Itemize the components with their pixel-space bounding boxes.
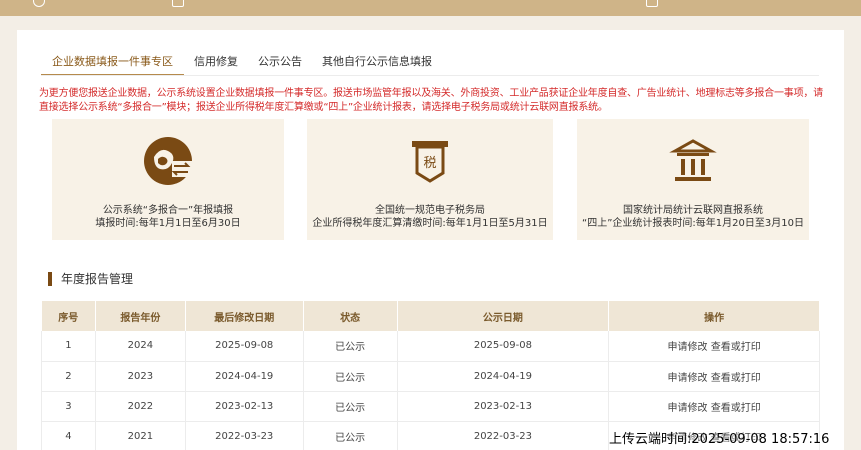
cell-year: 2021 [95, 421, 186, 450]
cell-actions: 申请修改 查看或打印 [608, 331, 820, 362]
cell-no: 4 [41, 421, 96, 450]
cell-modified: 2024-04-19 [185, 361, 304, 392]
view-print-link[interactable]: 查看或打印 [711, 342, 761, 353]
topbar-item-2[interactable] [172, 0, 184, 8]
col-header-no: 序号 [41, 301, 96, 331]
modify-link[interactable]: 申请修改 [668, 342, 708, 353]
top-bar [0, 0, 861, 16]
cell-year: 2024 [95, 331, 186, 362]
service-title: 公示系统“多报合一”年报填报 [102, 205, 234, 216]
cell-year: 2022 [95, 391, 186, 422]
upload-time-watermark: 上传云端时间:2025-09-08 18:57:16 [609, 432, 830, 447]
topbar-item-3[interactable] [646, 0, 658, 8]
cell-modified: 2023-02-13 [185, 391, 304, 422]
section-title: 年度报告管理 [61, 272, 134, 286]
cell-published: 2024-04-19 [397, 361, 610, 392]
multi-report-icon [138, 131, 198, 191]
modify-link[interactable]: 申请修改 [668, 373, 708, 384]
statistics-bureau-icon [663, 131, 723, 191]
cell-no: 1 [41, 331, 96, 362]
service-card-statistics[interactable]: 国家统计局统计云联网直报系统 “四上”企业统计报表时间:每年1月20日至3月10… [577, 119, 809, 240]
col-header-status: 状态 [303, 301, 398, 331]
tab-divider [41, 75, 819, 76]
service-title: 国家统计局统计云联网直报系统 [623, 205, 763, 216]
cell-modified: 2022-03-23 [185, 421, 304, 450]
col-header-modified: 最后修改日期 [185, 301, 304, 331]
cell-no: 3 [41, 391, 96, 422]
main-card: 企业数据填报一件事专区 信用修复 公示公告 其他自行公示信息填报 为更方便您报送… [17, 30, 844, 450]
table-row: 2 2023 2024-04-19 已公示 2024-04-19 申请修改 查看… [41, 361, 820, 392]
col-header-year: 报告年份 [95, 301, 186, 331]
tab-data-report[interactable]: 企业数据填报一件事专区 [41, 46, 184, 76]
section-marker [48, 271, 52, 286]
section-header: 年度报告管理 [48, 270, 133, 287]
cell-actions: 申请修改 查看或打印 [608, 361, 820, 392]
tab-credit-repair[interactable]: 信用修复 [184, 46, 248, 76]
document-icon [172, 0, 184, 7]
notice-text: 为更方便您报送企业数据，公示系统设置企业数据填报一件事专区。报送市场监管年报以及… [39, 88, 823, 113]
cell-status: 已公示 [303, 391, 398, 422]
cell-year: 2023 [95, 361, 186, 392]
topbar-item-1[interactable] [33, 0, 45, 8]
col-header-action: 操作 [608, 301, 820, 331]
tax-icon: 税 [400, 131, 460, 191]
service-card-tax[interactable]: 税 全国统一规范电子税务局 企业所得税年度汇算清缴时间:每年1月1日至5月31日 [307, 119, 553, 240]
table-row: 1 2024 2025-09-08 已公示 2025-09-08 申请修改 查看… [41, 331, 820, 362]
service-period: 填报时间:每年1月1日至6月30日 [95, 218, 241, 229]
clock-icon [33, 0, 45, 7]
tab-announcements[interactable]: 公示公告 [248, 46, 312, 76]
cell-modified: 2025-09-08 [185, 331, 304, 362]
cell-published: 2022-03-23 [397, 421, 610, 450]
cell-published: 2023-02-13 [397, 391, 610, 422]
view-print-link[interactable]: 查看或打印 [711, 373, 761, 384]
cell-status: 已公示 [303, 361, 398, 392]
tab-other-disclosure[interactable]: 其他自行公示信息填报 [312, 46, 442, 76]
exit-icon [646, 0, 658, 7]
cell-status: 已公示 [303, 421, 398, 450]
table-row: 3 2022 2023-02-13 已公示 2023-02-13 申请修改 查看… [41, 391, 820, 422]
table-header-row: 序号 报告年份 最后修改日期 状态 公示日期 操作 [41, 301, 820, 331]
modify-link[interactable]: 申请修改 [668, 403, 708, 414]
service-period: 企业所得税年度汇算清缴时间:每年1月1日至5月31日 [312, 218, 548, 229]
service-period: “四上”企业统计报表时间:每年1月20日至3月10日 [582, 218, 804, 229]
cell-actions: 申请修改 查看或打印 [608, 391, 820, 422]
col-header-published: 公示日期 [397, 301, 610, 331]
view-print-link[interactable]: 查看或打印 [711, 403, 761, 414]
cell-published: 2025-09-08 [397, 331, 610, 362]
svg-text:税: 税 [423, 156, 436, 171]
cell-no: 2 [41, 361, 96, 392]
service-card-multi-report[interactable]: 公示系统“多报合一”年报填报 填报时间:每年1月1日至6月30日 [52, 119, 284, 240]
tab-bar: 企业数据填报一件事专区 信用修复 公示公告 其他自行公示信息填报 [41, 46, 442, 76]
service-title: 全国统一规范电子税务局 [375, 205, 485, 216]
cell-status: 已公示 [303, 331, 398, 362]
